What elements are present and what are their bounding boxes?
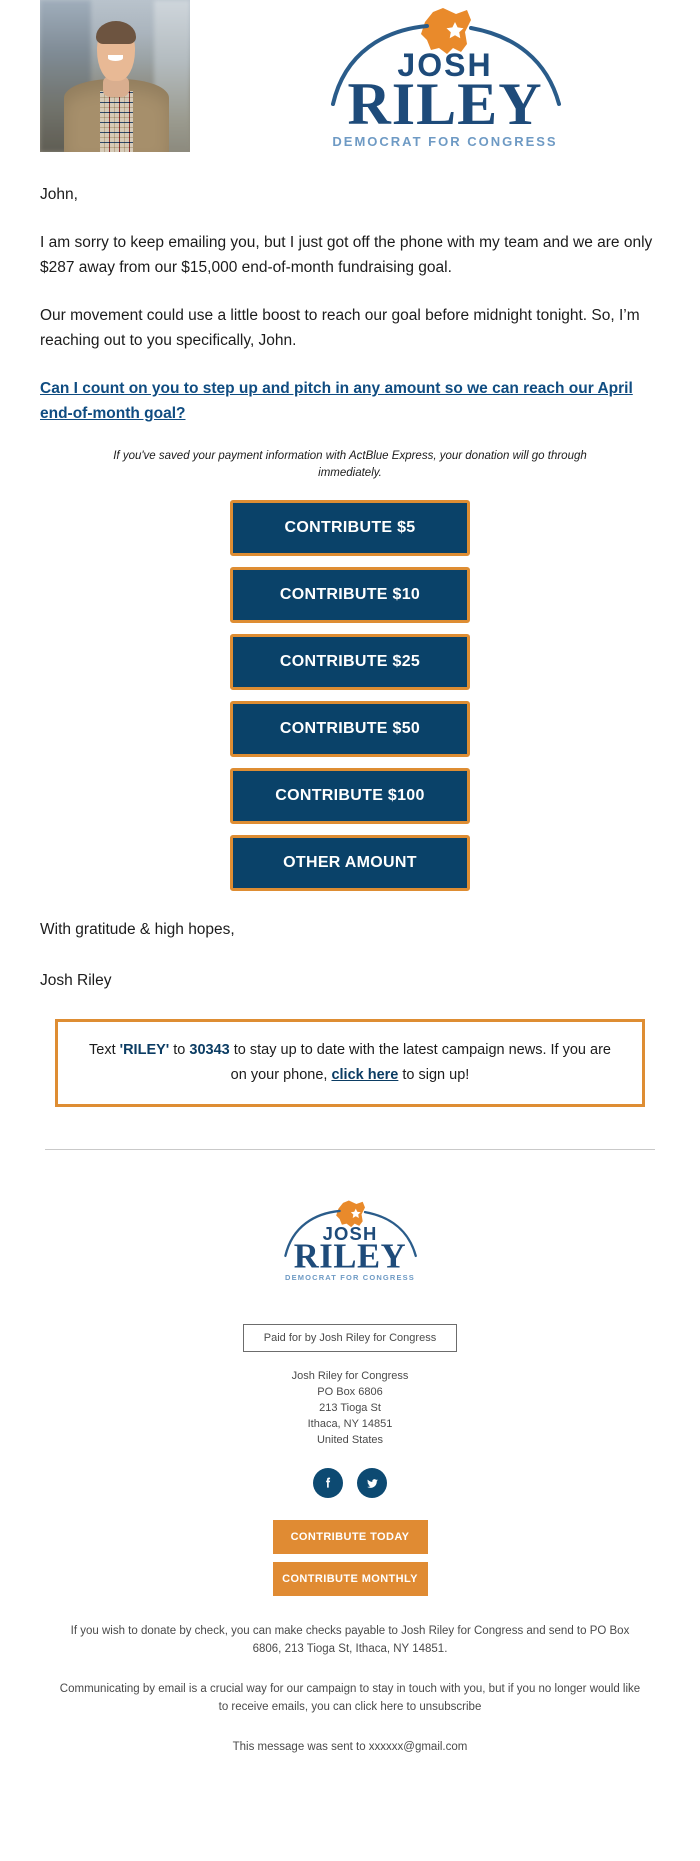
logo-tagline: DEMOCRAT FOR CONGRESS	[332, 134, 557, 149]
sms-shortcode: 30343	[189, 1042, 230, 1058]
email-header: JOSH RILEY DEMOCRAT FOR CONGRESS	[0, 0, 700, 154]
footer-logo-tagline: DEMOCRAT FOR CONGRESS	[285, 1273, 415, 1282]
email-body: JOSH RILEY DEMOCRAT FOR CONGRESS John, I…	[0, 0, 700, 1786]
contribute-button-50[interactable]: CONTRIBUTE $50	[230, 701, 470, 757]
actblue-express-note: If you've saved your payment information…	[113, 450, 587, 479]
campaign-logo: JOSH RILEY DEMOCRAT FOR CONGRESS	[190, 0, 700, 154]
address-line-3: 213 Tioga St	[319, 1402, 381, 1414]
josh-riley-logo-icon: JOSH RILEY DEMOCRAT FOR CONGRESS	[331, 8, 561, 149]
sms-keyword: 'RILEY'	[119, 1042, 170, 1058]
footer-campaign-logo: JOSH RILEY DEMOCRAT FOR CONGRESS	[0, 1194, 700, 1294]
contribute-today-button[interactable]: CONTRIBUTE TODAY	[272, 1520, 428, 1554]
contribute-button-100[interactable]: CONTRIBUTE $100	[230, 768, 470, 824]
logo-name-main: RILEY	[347, 71, 542, 137]
sms-signup-box: Text 'RILEY' to 30343 to stay up to date…	[55, 1019, 645, 1107]
signoff-line-1: With gratitude & high hopes,	[40, 921, 235, 938]
address-line-5: United States	[316, 1434, 384, 1446]
contribute-button-stack: CONTRIBUTE $5 CONTRIBUTE $10 CONTRIBUTE …	[0, 500, 700, 891]
check-donation-notice: If you wish to donate by check, you can …	[70, 1625, 630, 1655]
address-line-1: Josh Riley for Congress	[291, 1370, 409, 1382]
paragraph-2: Our movement could use a little boost to…	[40, 307, 640, 349]
footer-josh-riley-logo-icon: JOSH RILEY DEMOCRAT FOR CONGRESS	[284, 1200, 417, 1282]
contribute-monthly-button[interactable]: CONTRIBUTE MONTHLY	[272, 1562, 428, 1596]
committee-address: Josh Riley for Congress PO Box 6806 213 …	[0, 1368, 700, 1448]
sent-to-notice: This message was sent to xxxxxx@gmail.co…	[232, 1741, 468, 1753]
signoff-block: With gratitude & high hopes, Josh Riley	[0, 917, 700, 993]
paid-for-disclaimer: Paid for by Josh Riley for Congress	[243, 1324, 457, 1352]
signoff-line-2: Josh Riley	[40, 972, 112, 989]
email-main-content: John, I am sorry to keep emailing you, b…	[0, 182, 700, 482]
paragraph-1: I am sorry to keep emailing you, but I j…	[40, 234, 653, 276]
sms-text-between: to	[169, 1042, 190, 1058]
unsubscribe-notice: Communicating by email is a crucial way …	[59, 1683, 641, 1713]
address-line-2: PO Box 6806	[317, 1386, 383, 1398]
contribute-button-10[interactable]: CONTRIBUTE $10	[230, 567, 470, 623]
facebook-glyph	[326, 1477, 331, 1488]
contribute-button-5[interactable]: CONTRIBUTE $5	[230, 500, 470, 556]
salutation: John,	[40, 186, 78, 203]
contribute-button-25[interactable]: CONTRIBUTE $25	[230, 634, 470, 690]
sms-signup-link[interactable]: click here	[331, 1067, 398, 1083]
sms-text-end: to sign up!	[398, 1067, 470, 1083]
twitter-glyph	[366, 1478, 378, 1488]
candidate-photo	[40, 0, 190, 152]
footer-logo-name-main: RILEY	[294, 1237, 407, 1275]
facebook-icon[interactable]	[313, 1468, 343, 1498]
twitter-icon[interactable]	[357, 1468, 387, 1498]
address-line-4: Ithaca, NY 14851	[307, 1418, 393, 1430]
email-footer: JOSH RILEY DEMOCRAT FOR CONGRESS Paid fo…	[0, 1150, 700, 1786]
main-cta-link[interactable]: Can I count on you to step up and pitch …	[40, 376, 660, 426]
sms-text-before: Text	[89, 1042, 120, 1058]
footer-contribute-buttons: CONTRIBUTE TODAY CONTRIBUTE MONTHLY	[0, 1520, 700, 1596]
social-links	[0, 1468, 700, 1498]
contribute-button-other[interactable]: OTHER AMOUNT	[230, 835, 470, 891]
